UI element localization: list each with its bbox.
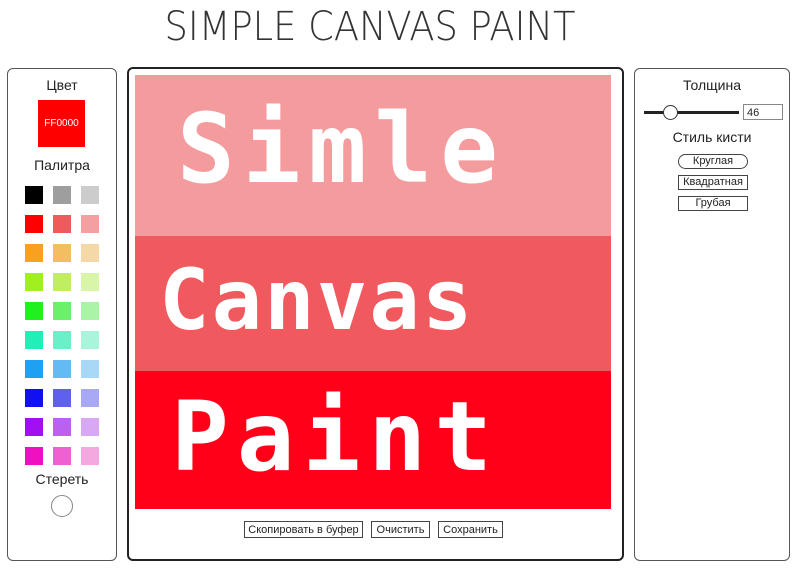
brush-rough-button[interactable]: Грубая xyxy=(678,196,748,211)
palette-swatch[interactable] xyxy=(81,418,99,436)
palette-swatch[interactable] xyxy=(25,244,43,262)
brush-style-label: Стиль кисти xyxy=(672,129,752,145)
palette-swatch[interactable] xyxy=(81,389,99,407)
color-panel: Цвет FF0000 Палитра Стереть xyxy=(7,68,117,561)
save-button[interactable]: Сохранить xyxy=(438,521,503,538)
palette-swatch[interactable] xyxy=(81,360,99,378)
canvas-text-line1: Simle xyxy=(177,93,506,205)
clear-button[interactable]: Очистить xyxy=(371,521,430,538)
palette-swatch[interactable] xyxy=(53,360,71,378)
page-title: SIMPLE CANVAS PAINT xyxy=(164,4,576,50)
palette-swatch[interactable] xyxy=(53,447,71,465)
palette-swatch[interactable] xyxy=(53,389,71,407)
palette-swatch[interactable] xyxy=(25,331,43,349)
palette-swatch[interactable] xyxy=(25,447,43,465)
palette-swatch[interactable] xyxy=(53,215,71,233)
current-color-box: FF0000 xyxy=(38,100,85,147)
palette-swatch[interactable] xyxy=(81,331,99,349)
palette-swatch[interactable] xyxy=(25,186,43,204)
thickness-label: Толщина xyxy=(683,77,741,93)
palette-swatch[interactable] xyxy=(81,244,99,262)
palette-swatch[interactable] xyxy=(81,186,99,204)
palette-swatch[interactable] xyxy=(53,418,71,436)
canvas-text-line2: Canvas xyxy=(159,251,475,349)
palette-swatch[interactable] xyxy=(53,273,71,291)
palette-label: Палитра xyxy=(34,157,90,173)
canvas-text-line3: Paint xyxy=(171,381,500,493)
palette-swatch[interactable] xyxy=(25,302,43,320)
palette-swatch[interactable] xyxy=(53,302,71,320)
palette-swatch[interactable] xyxy=(81,302,99,320)
palette-swatch[interactable] xyxy=(25,389,43,407)
palette-swatch[interactable] xyxy=(25,360,43,378)
thickness-slider-thumb[interactable] xyxy=(663,105,678,120)
palette-swatch[interactable] xyxy=(81,447,99,465)
palette-swatch[interactable] xyxy=(53,331,71,349)
palette-swatch[interactable] xyxy=(53,186,71,204)
brush-round-button[interactable]: Круглая xyxy=(678,154,748,169)
copy-to-clipboard-button[interactable]: Скопировать в буфер xyxy=(244,521,363,538)
drawing-canvas[interactable]: Simle Canvas Paint xyxy=(135,75,611,509)
eraser-button[interactable] xyxy=(51,495,73,517)
eraser-label: Стереть xyxy=(35,471,89,487)
brush-panel: Толщина 46 Стиль кисти Круглая Квадратна… xyxy=(634,68,790,561)
palette-swatch[interactable] xyxy=(25,273,43,291)
thickness-slider-track[interactable] xyxy=(644,111,739,114)
thickness-input[interactable]: 46 xyxy=(743,104,783,120)
color-label: Цвет xyxy=(46,77,78,93)
palette-swatch[interactable] xyxy=(53,244,71,262)
palette-swatch[interactable] xyxy=(81,215,99,233)
palette-swatch[interactable] xyxy=(25,418,43,436)
palette-swatch[interactable] xyxy=(81,273,99,291)
palette-swatch[interactable] xyxy=(25,215,43,233)
brush-square-button[interactable]: Квадратная xyxy=(678,175,748,190)
